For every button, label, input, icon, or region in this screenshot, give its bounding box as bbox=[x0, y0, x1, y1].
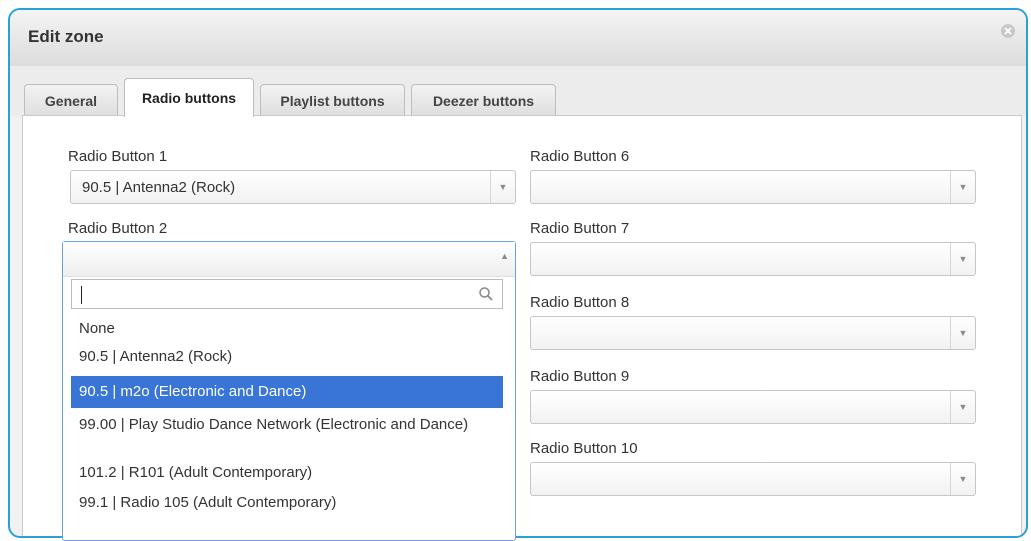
radio-button-2-label: Radio Button 2 bbox=[68, 220, 168, 237]
search-icon bbox=[479, 287, 493, 301]
chevron-up-icon: ▲ bbox=[500, 251, 509, 261]
radio-button-6-select[interactable]: ▼ bbox=[530, 170, 976, 204]
radio-button-8-label: Radio Button 8 bbox=[530, 294, 630, 311]
radio-button-1-select[interactable]: 90.5 | Antenna2 (Rock) ▼ bbox=[70, 170, 516, 204]
tab-label: Playlist buttons bbox=[280, 92, 385, 109]
option-text: 99.00 | Play Studio Dance Network (Elect… bbox=[79, 416, 469, 433]
text-cursor bbox=[81, 286, 82, 304]
tab-label: General bbox=[44, 92, 98, 109]
radio-button-8-select[interactable]: ▼ bbox=[530, 316, 976, 350]
radio-button-9-select[interactable]: ▼ bbox=[530, 390, 976, 424]
radio-button-10-select[interactable]: ▼ bbox=[530, 462, 976, 496]
option-text: 99.1 | Radio 105 (Adult Contemporary) bbox=[79, 494, 337, 511]
dropdown-option[interactable]: 101.2 | R101 (Adult Contemporary) bbox=[71, 462, 503, 484]
dropdown-option[interactable]: 99.1 | Radio 105 (Adult Contemporary) bbox=[71, 492, 503, 514]
tab-radio-buttons[interactable]: Radio buttons bbox=[124, 78, 254, 117]
dropdown-option[interactable]: 99.00 | Play Studio Dance Network (Elect… bbox=[71, 414, 503, 436]
option-text: None bbox=[79, 320, 115, 337]
dropdown-search-input[interactable] bbox=[71, 279, 503, 309]
radio-button-7-label: Radio Button 7 bbox=[530, 220, 630, 237]
dialog-titlebar: Edit zone bbox=[10, 10, 1026, 67]
tab-bar: General Radio buttons Playlist buttons D… bbox=[10, 66, 1026, 117]
tab-label: Radio buttons bbox=[141, 90, 237, 106]
chevron-down-icon: ▼ bbox=[950, 463, 975, 495]
tab-general[interactable]: General bbox=[24, 84, 118, 116]
radio-button-6-label: Radio Button 6 bbox=[530, 148, 630, 165]
chevron-down-icon: ▼ bbox=[950, 317, 975, 349]
radio-button-10-label: Radio Button 10 bbox=[530, 440, 638, 457]
radio-button-2-dropdown[interactable]: ▲ None 90.5 | Antenna2 (Rock) 90.5 | m2o… bbox=[62, 241, 516, 541]
dialog-title: Edit zone bbox=[28, 27, 104, 46]
dropdown-option-selected[interactable]: 90.5 | m2o (Electronic and Dance) bbox=[71, 376, 503, 408]
close-icon[interactable] bbox=[1000, 23, 1016, 39]
option-text: 90.5 | m2o (Electronic and Dance) bbox=[79, 383, 307, 400]
option-text: 101.2 | R101 (Adult Contemporary) bbox=[79, 464, 313, 481]
tab-deezer-buttons[interactable]: Deezer buttons bbox=[411, 84, 556, 116]
tab-label: Deezer buttons bbox=[432, 92, 535, 109]
option-text: 90.5 | Antenna2 (Rock) bbox=[79, 348, 233, 365]
radio-button-1-value: 90.5 | Antenna2 (Rock) bbox=[82, 179, 236, 196]
radio-button-2-select[interactable]: ▲ bbox=[63, 242, 515, 277]
chevron-down-icon: ▼ bbox=[950, 171, 975, 203]
chevron-down-icon: ▼ bbox=[950, 391, 975, 423]
tab-playlist-buttons[interactable]: Playlist buttons bbox=[260, 84, 405, 116]
dropdown-option[interactable]: None bbox=[71, 318, 503, 340]
chevron-down-icon: ▼ bbox=[950, 243, 975, 275]
radio-button-1-label: Radio Button 1 bbox=[68, 148, 168, 165]
radio-button-9-label: Radio Button 9 bbox=[530, 368, 630, 385]
chevron-down-icon: ▼ bbox=[490, 171, 515, 203]
radio-button-7-select[interactable]: ▼ bbox=[530, 242, 976, 276]
dropdown-option[interactable]: 90.5 | Antenna2 (Rock) bbox=[71, 346, 503, 368]
